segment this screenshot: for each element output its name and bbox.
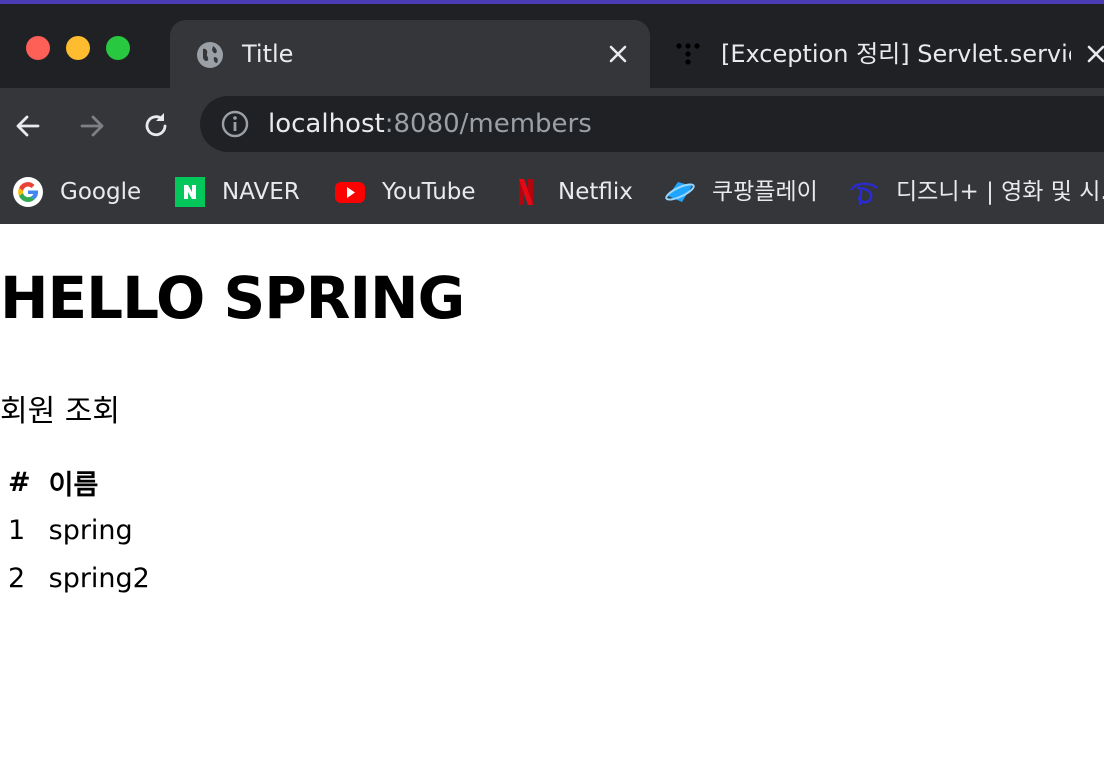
- bookmark-label: 디즈니+ | 영화 및 시..: [896, 179, 1104, 205]
- member-id: 2: [8, 562, 26, 594]
- back-arrow-icon[interactable]: [12, 110, 44, 142]
- youtube-icon: [335, 182, 365, 203]
- url-host: localhost: [268, 109, 385, 139]
- url-text[interactable]: localhost:8080/members: [268, 96, 592, 152]
- coupangplay-icon: [665, 182, 695, 202]
- close-icon[interactable]: [606, 42, 630, 66]
- table-row: 2 spring2: [6, 556, 152, 600]
- table-row: 1 spring: [6, 508, 152, 552]
- member-name: spring: [48, 514, 133, 546]
- tab-active[interactable]: Title: [170, 20, 650, 88]
- member-id: 1: [8, 514, 26, 546]
- netflix-icon: [519, 179, 533, 205]
- bookmark-label: 쿠팡플레이: [712, 179, 818, 205]
- bookmarks-bar: Google NAVER YouTube Netflix 쿠팡플레이 디즈니+ …: [0, 164, 1104, 224]
- toolbar: localhost:8080/members: [0, 88, 1104, 164]
- info-icon[interactable]: [220, 109, 250, 139]
- naver-icon: [175, 177, 205, 207]
- address-bar[interactable]: localhost:8080/members: [200, 96, 1104, 152]
- fullscreen-window-button[interactable]: [106, 36, 130, 60]
- tab-exception[interactable]: [Exception 정리] Servlet.service: [660, 20, 1104, 88]
- close-window-button[interactable]: [26, 36, 50, 60]
- bookmark-label: YouTube: [382, 179, 476, 205]
- disney-icon: [850, 182, 878, 206]
- page-subtitle: 회원 조회: [0, 394, 120, 429]
- page-heading: HELLO SPRING: [0, 264, 465, 332]
- member-name: spring2: [48, 562, 150, 594]
- url-path: :8080/members: [384, 109, 592, 139]
- table-header-row: # 이름: [6, 460, 152, 504]
- bookmark-label: Netflix: [558, 179, 633, 205]
- minimize-window-button[interactable]: [66, 36, 90, 60]
- tab-strip: Title [Exception 정리] Servlet.service: [0, 4, 1104, 88]
- page-content: HELLO SPRING 회원 조회 # 이름 1 spring 2 sprin…: [0, 224, 1104, 764]
- column-header-name: 이름: [48, 469, 99, 501]
- tab-title: [Exception 정리] Servlet.service: [721, 40, 1071, 68]
- bookmark-label: Google: [60, 179, 142, 205]
- dots-icon: [676, 43, 700, 65]
- tab-title: Title: [242, 40, 294, 68]
- forward-arrow-icon[interactable]: [76, 110, 108, 142]
- close-icon[interactable]: [1084, 42, 1104, 66]
- browser-chrome: Title [Exception 정리] Servlet.service loc…: [0, 0, 1104, 224]
- bookmark-label: NAVER: [222, 179, 300, 205]
- globe-icon: [197, 42, 223, 68]
- google-icon: [13, 177, 43, 207]
- column-header-id: #: [8, 466, 31, 498]
- reload-icon[interactable]: [140, 110, 172, 142]
- members-table: # 이름 1 spring 2 spring2: [2, 456, 156, 604]
